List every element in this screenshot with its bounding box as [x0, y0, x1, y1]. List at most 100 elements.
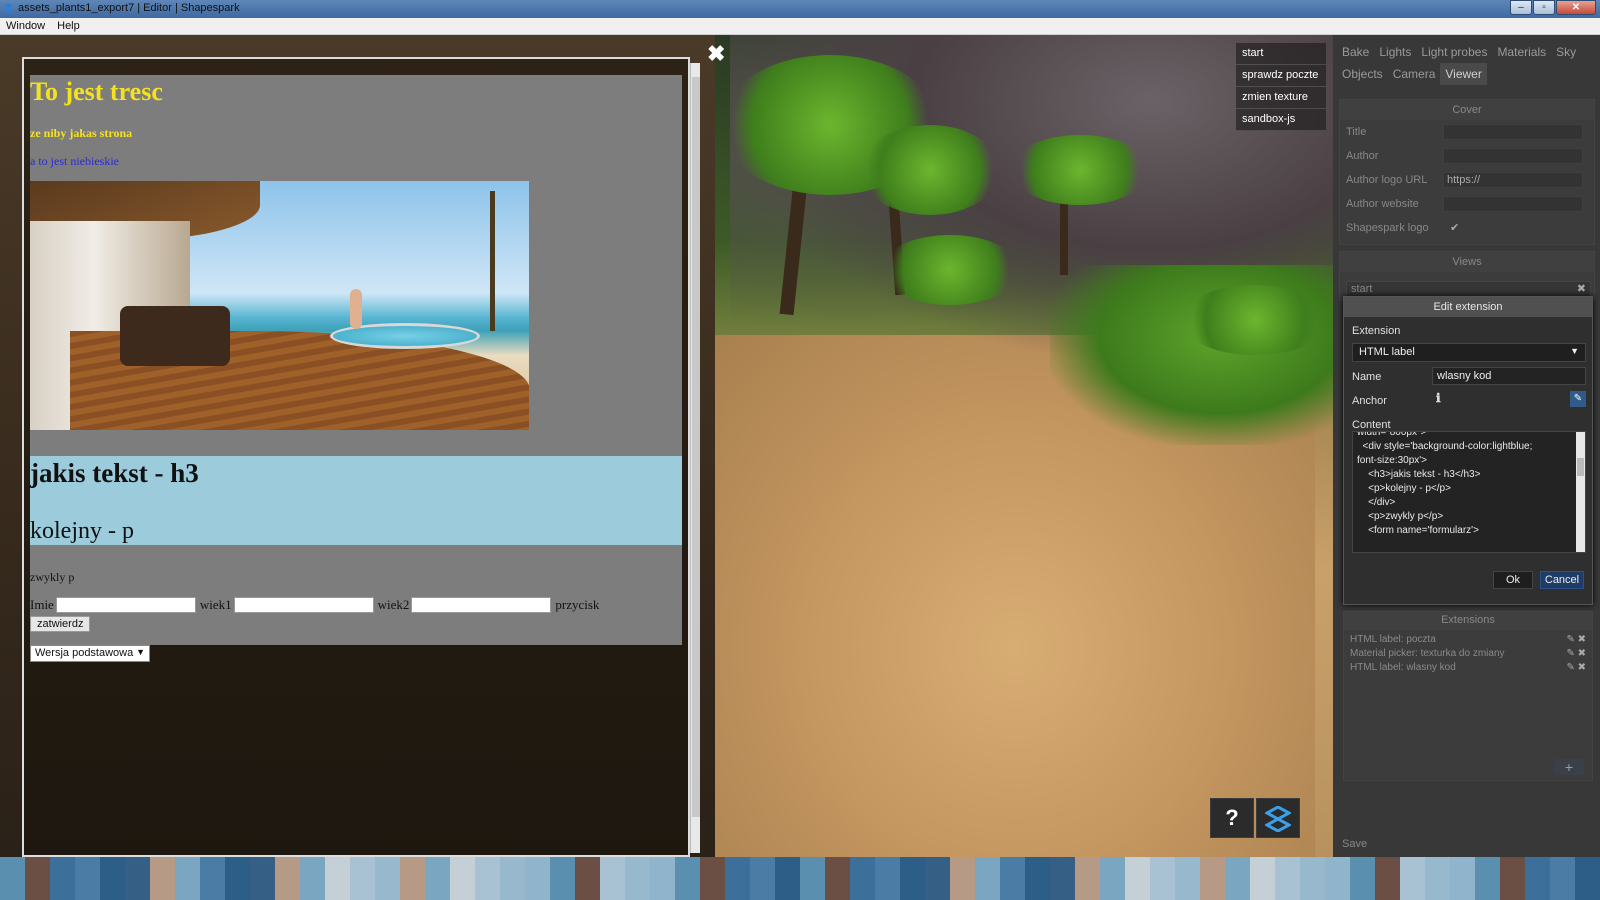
beach-resort-image	[30, 181, 529, 430]
html-label-popup: To jest tresc ze niby jakas strona a to …	[22, 57, 700, 857]
content-textarea[interactable]: width="800px"> <div style='background-co…	[1352, 431, 1586, 553]
wiek1-input[interactable]	[233, 597, 374, 613]
extension-type-select[interactable]: HTML label ▼	[1352, 343, 1586, 362]
dropdown-arrow-icon: ▼	[1570, 346, 1579, 356]
extension-item[interactable]: Material picker: texturka do zmiany ✎ ✖	[1344, 648, 1592, 662]
label-subheading: ze niby jakas strona	[30, 126, 133, 140]
label-paragraph-large: kolejny - p	[30, 518, 134, 544]
dialog-title: Edit extension	[1344, 297, 1592, 317]
extension-item-label: HTML label: wlasny kod	[1350, 662, 1456, 673]
add-extension-button[interactable]: +	[1554, 759, 1584, 775]
scene-foliage	[860, 125, 1000, 215]
title-field[interactable]	[1443, 124, 1583, 140]
wiek2-input[interactable]	[411, 597, 552, 613]
extensions-section: Extensions HTML label: poczta ✎ ✖ Materi…	[1343, 611, 1593, 781]
shapespark-logo-button[interactable]	[1256, 798, 1300, 838]
tab-lights[interactable]: Lights	[1374, 41, 1416, 63]
extension-item-label: HTML label: poczta	[1350, 634, 1436, 645]
cover-section: Cover Title Author Author logo URL https:…	[1339, 99, 1595, 245]
version-select-value: Wersja podstawowa	[35, 647, 134, 659]
label-form: Imie wiek1 wiek2 przycisk	[30, 597, 599, 613]
scene-bush	[1180, 285, 1330, 355]
name-field[interactable]: wlasny kod	[1432, 367, 1586, 385]
wiek1-label: wiek1	[199, 597, 232, 612]
view-row-label: start	[1351, 283, 1373, 295]
author-logo-url-field[interactable]: https://	[1443, 172, 1583, 188]
edit-anchor-icon[interactable]: ✎	[1570, 391, 1586, 407]
extension-item-label: Material picker: texturka do zmiany	[1350, 648, 1505, 659]
label-heading: To jest tresc	[30, 77, 163, 106]
window-title: assets_plants1_export7 | Editor | Shapes…	[18, 2, 240, 14]
dropdown-arrow-icon: ▼	[136, 647, 145, 657]
view-item-sprawdz-poczte[interactable]: sprawdz poczte	[1236, 65, 1326, 87]
tab-viewer[interactable]: Viewer	[1440, 63, 1487, 85]
ok-button[interactable]: Ok	[1493, 571, 1533, 589]
view-row-start[interactable]: start ✖	[1346, 281, 1591, 297]
cover-heading: Cover	[1340, 100, 1594, 120]
delete-icon[interactable]: ✖	[1578, 634, 1586, 645]
content-label: Content	[1352, 419, 1391, 431]
views-heading: Views	[1340, 252, 1594, 272]
delete-icon[interactable]: ✖	[1578, 662, 1586, 673]
taskbar	[0, 857, 1600, 900]
view-item-zmien-texture[interactable]: zmien texture	[1236, 87, 1326, 109]
edit-icon[interactable]: ✎	[1566, 662, 1574, 673]
author-label: Author	[1346, 150, 1379, 162]
anchor-info-icon: ℹ	[1436, 391, 1441, 405]
shapespark-logo-label: Shapespark logo	[1346, 222, 1429, 234]
remove-view-icon[interactable]: ✖	[1577, 282, 1586, 296]
edit-icon[interactable]: ✎	[1566, 634, 1574, 645]
imie-input[interactable]	[55, 597, 196, 613]
tab-light-probes[interactable]: Light probes	[1416, 41, 1492, 63]
minimize-button[interactable]: –	[1510, 0, 1532, 15]
views-menu: start sprawdz poczte zmien texture sandb…	[1236, 43, 1326, 131]
shapespark-logo-checkbox[interactable]: ✔	[1450, 221, 1459, 234]
label-blue-text: a to jest niebieskie	[30, 154, 119, 168]
tab-bake[interactable]: Bake	[1337, 41, 1374, 63]
tab-sky[interactable]: Sky	[1551, 41, 1581, 63]
version-select[interactable]: Wersja podstawowa ▼	[30, 645, 150, 662]
close-html-label-icon[interactable]: ✖	[707, 43, 727, 65]
scene-bush	[880, 235, 1020, 305]
tab-objects[interactable]: Objects	[1337, 63, 1388, 85]
title-bar: assets_plants1_export7 | Editor | Shapes…	[0, 0, 1600, 18]
przycisk-label: przycisk	[555, 597, 600, 612]
popup-scrollbar[interactable]	[690, 63, 700, 853]
menu-window[interactable]: Window	[0, 20, 51, 32]
author-website-field[interactable]	[1443, 196, 1583, 212]
menu-help[interactable]: Help	[51, 20, 86, 32]
close-window-button[interactable]: ✕	[1556, 0, 1596, 15]
cancel-button[interactable]: Cancel	[1540, 571, 1584, 589]
tab-camera[interactable]: Camera	[1388, 63, 1441, 85]
view-item-sandbox-js[interactable]: sandbox-js	[1236, 109, 1326, 131]
content-scrollbar[interactable]	[1576, 432, 1585, 552]
anchor-label: Anchor	[1352, 395, 1387, 407]
help-button[interactable]: ?	[1210, 798, 1254, 838]
maximize-button[interactable]: ▫	[1533, 0, 1555, 15]
zatwierdz-button[interactable]: zatwierdz	[30, 616, 91, 632]
edit-extension-dialog: Edit extension Extension HTML label ▼ Na…	[1343, 296, 1593, 605]
title-label: Title	[1346, 126, 1367, 138]
extension-label: Extension	[1352, 325, 1401, 337]
view-item-start[interactable]: start	[1236, 43, 1326, 65]
name-label: Name	[1352, 371, 1382, 383]
wiek2-label: wiek2	[377, 597, 410, 612]
label-h3: jakis tekst - h3	[30, 458, 199, 488]
author-website-label: Author website	[1346, 198, 1419, 210]
label-paragraph: zwykly p	[30, 570, 75, 584]
scene-foliage	[1010, 135, 1150, 205]
panel-tabs: Bake Lights Light probes Materials Sky O…	[1337, 41, 1597, 85]
menu-bar: Window Help	[0, 18, 1600, 35]
shapespark-logo-icon	[1263, 805, 1293, 833]
author-logo-url-label: Author logo URL	[1346, 174, 1428, 186]
extension-item[interactable]: HTML label: poczta ✎ ✖	[1344, 634, 1592, 648]
extension-type-value: HTML label	[1359, 346, 1415, 358]
edit-icon[interactable]: ✎	[1566, 648, 1574, 659]
save-button[interactable]: Save	[1342, 838, 1367, 850]
shapespark-app-icon	[3, 3, 14, 14]
tab-materials[interactable]: Materials	[1492, 41, 1551, 63]
delete-icon[interactable]: ✖	[1578, 648, 1586, 659]
imie-label: Imie	[30, 597, 54, 612]
author-field[interactable]	[1443, 148, 1583, 164]
extension-item[interactable]: HTML label: wlasny kod ✎ ✖	[1344, 662, 1592, 676]
